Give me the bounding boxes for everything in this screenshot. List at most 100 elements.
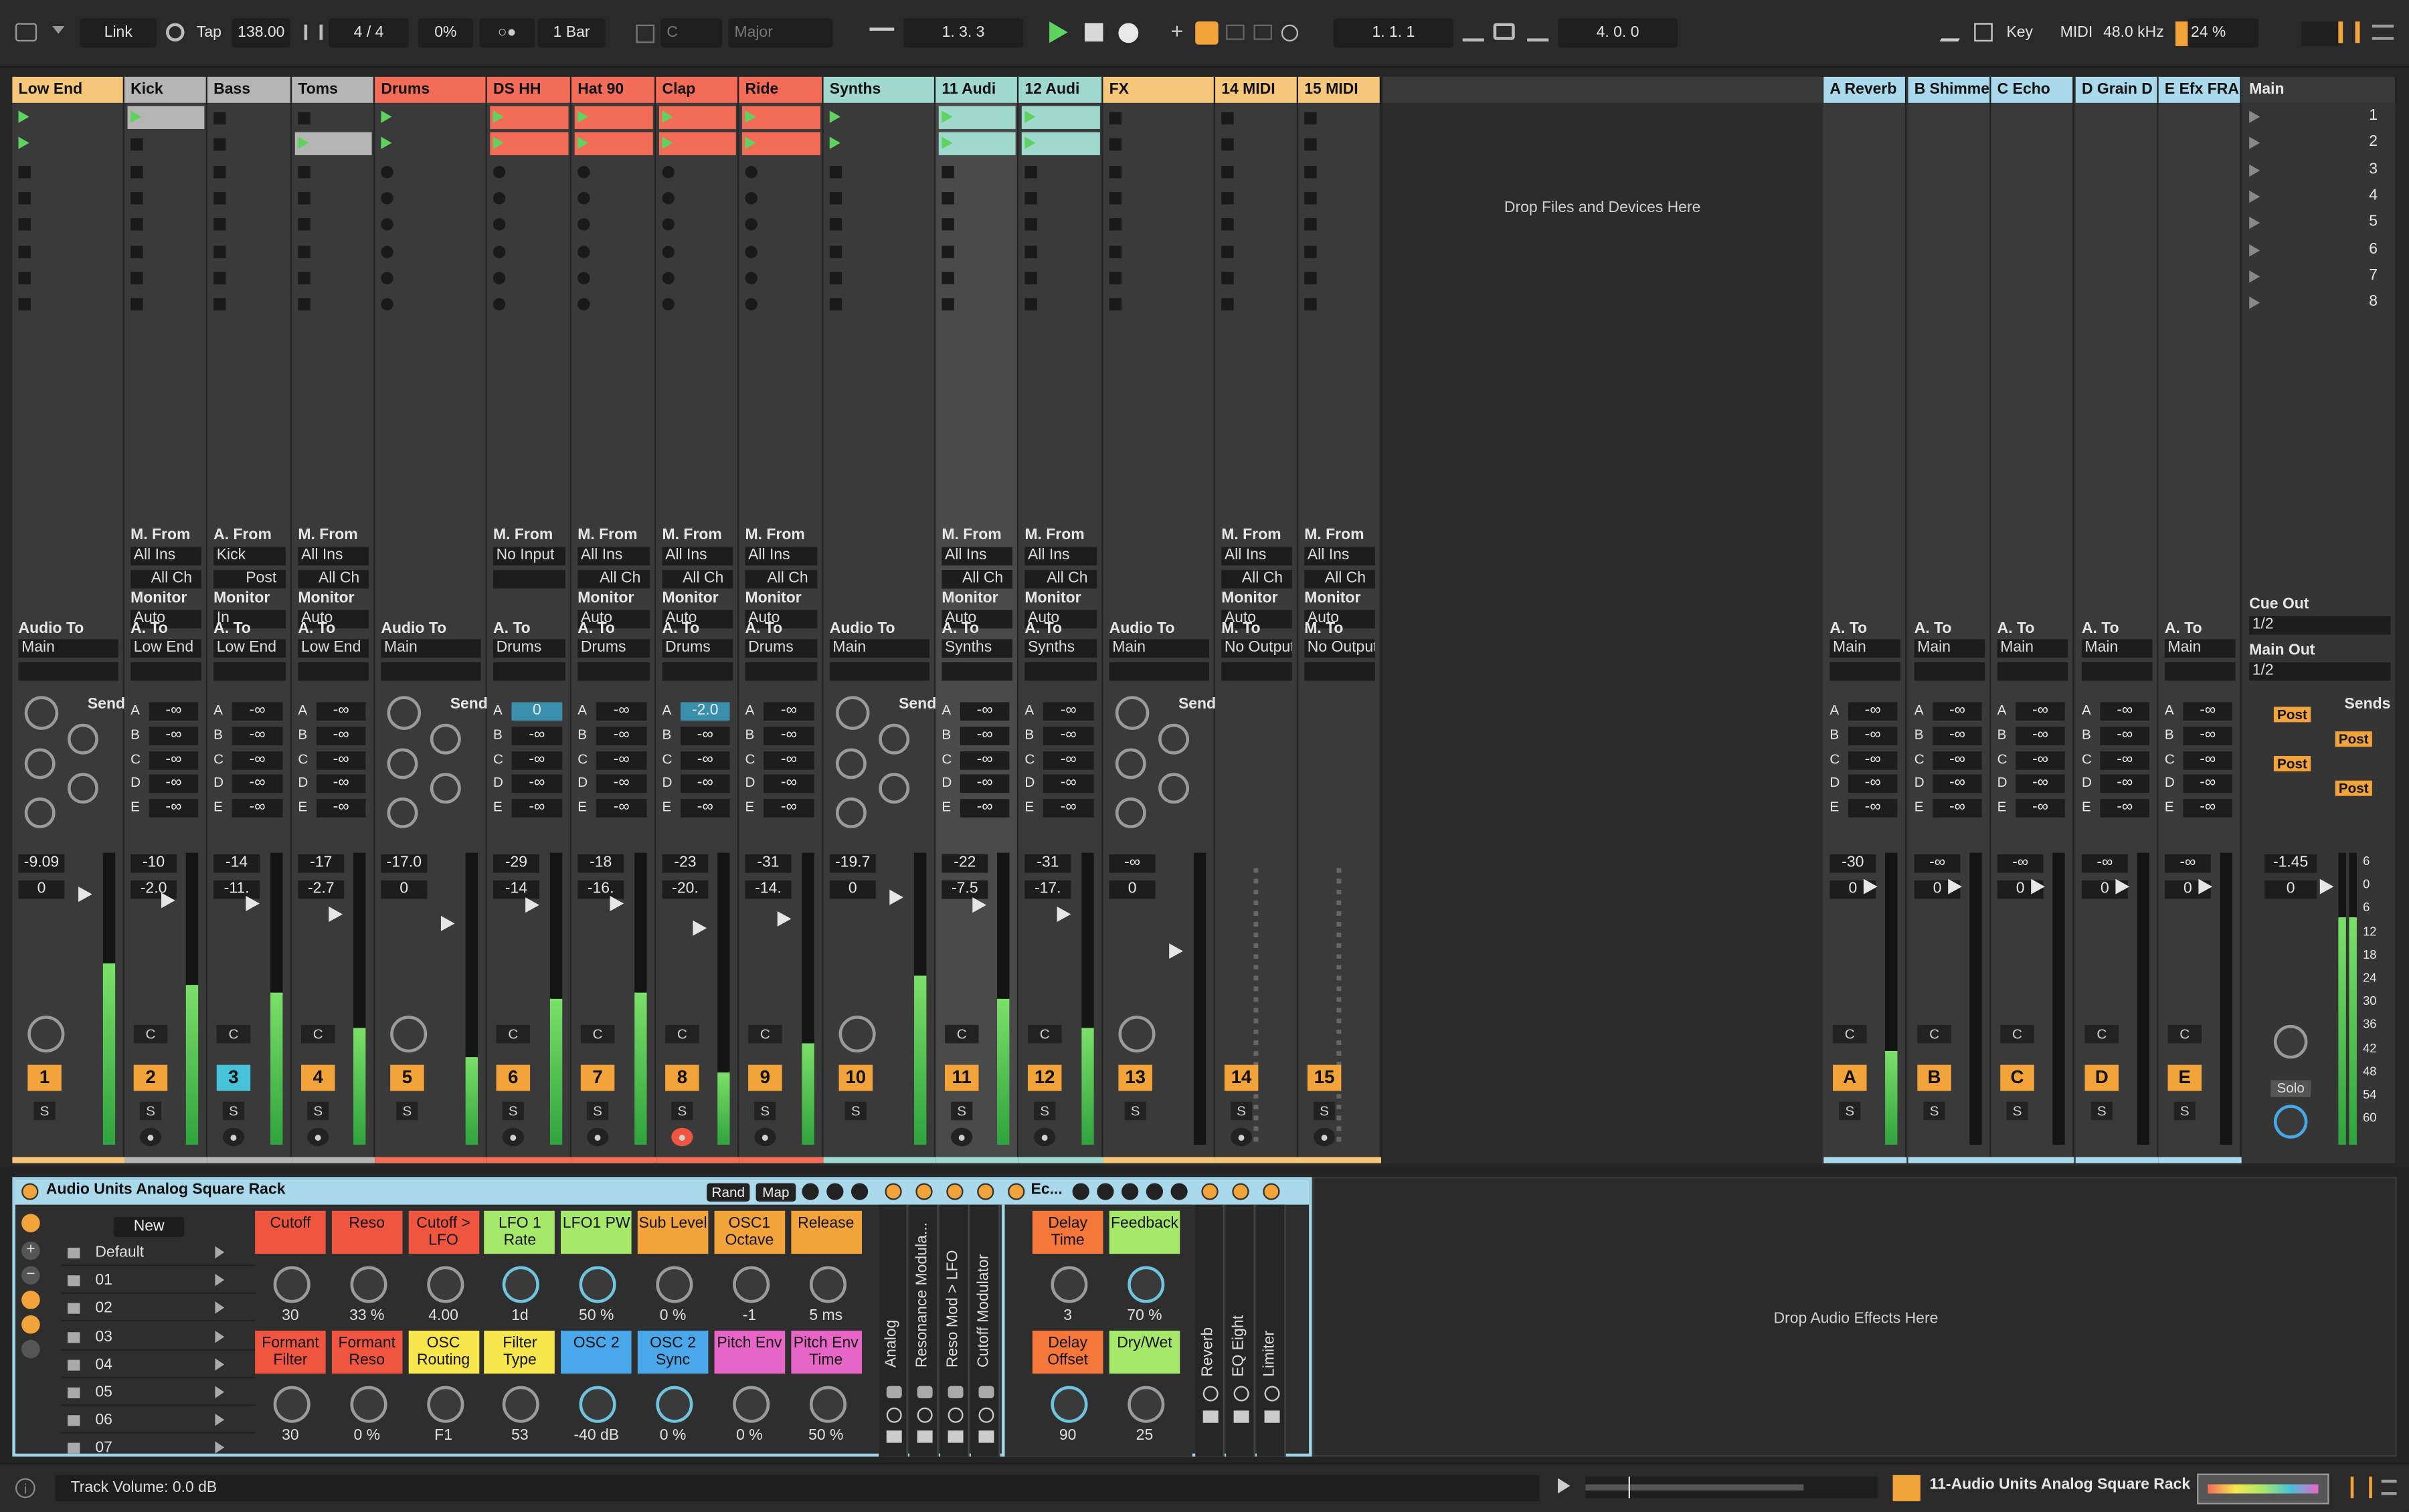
scale-menu[interactable]: Major: [728, 18, 833, 48]
send-amount-a[interactable]: -∞: [2016, 702, 2065, 721]
volume-field[interactable]: -17: [298, 854, 345, 873]
clip-stop-icon[interactable]: [1221, 272, 1234, 284]
loop-length-field[interactable]: 4. 0. 0: [1558, 18, 1678, 48]
send-knob-d[interactable]: [430, 773, 461, 804]
track-activator[interactable]: 6: [496, 1064, 531, 1091]
pan-field[interactable]: 0: [381, 880, 428, 899]
send-amount-d[interactable]: -∞: [2100, 775, 2149, 793]
cue-volume-knob[interactable]: [2273, 1024, 2308, 1059]
volume-field[interactable]: -∞: [1914, 854, 1961, 873]
send-amount-d[interactable]: -∞: [960, 775, 1010, 793]
output-select[interactable]: Main: [1997, 639, 2068, 658]
send-knob-a[interactable]: [1115, 696, 1150, 730]
input-source-select[interactable]: All Ins: [1024, 547, 1097, 566]
clip-stop-icon[interactable]: [381, 298, 393, 311]
volume-field[interactable]: -31: [1024, 854, 1071, 873]
clip-stop-icon[interactable]: [1304, 298, 1317, 311]
track-activator[interactable]: 1: [27, 1064, 62, 1091]
output-select[interactable]: No Output: [1221, 639, 1292, 658]
main-volume-field[interactable]: -1.45: [2264, 854, 2317, 873]
track-header-1[interactable]: Low End: [12, 76, 124, 103]
clip-stop-icon[interactable]: [1304, 191, 1317, 205]
preset-row[interactable]: 06: [61, 1408, 256, 1434]
output-channel-select[interactable]: [2164, 662, 2236, 681]
output-channel-select[interactable]: [1024, 662, 1097, 681]
groove-amount-field[interactable]: 0%: [418, 18, 474, 48]
clip-stop-icon[interactable]: [1024, 245, 1037, 258]
pan-knob[interactable]: [390, 1016, 428, 1053]
macro-label-16[interactable]: Pitch Env Time: [790, 1330, 862, 1374]
map-button[interactable]: Map: [755, 1183, 796, 1202]
solo-button[interactable]: S: [139, 1101, 162, 1121]
preset-row[interactable]: 03: [61, 1324, 256, 1350]
output-select[interactable]: Main: [18, 639, 118, 658]
clip-slot[interactable]: [826, 106, 933, 129]
input-channel-select[interactable]: All Ch: [662, 570, 733, 589]
send-knob-e[interactable]: [1115, 797, 1146, 828]
send-amount-c[interactable]: -∞: [232, 751, 283, 769]
crossfade-button[interactable]: C: [1833, 1024, 1867, 1044]
chevron-right-icon[interactable]: [215, 1246, 225, 1258]
clip-play-icon[interactable]: [1024, 137, 1036, 150]
input-channel-select[interactable]: All Ch: [1024, 570, 1097, 589]
send-amount-a[interactable]: -∞: [764, 702, 814, 721]
clip-stop-icon[interactable]: [213, 138, 226, 151]
track-activator[interactable]: 7: [580, 1064, 615, 1091]
macro-label-5[interactable]: LFO1 PW: [561, 1210, 632, 1254]
macro-knob-11[interactable]: [426, 1386, 464, 1423]
solo-button[interactable]: S: [2173, 1101, 2196, 1121]
clip-stop-icon[interactable]: [381, 191, 393, 205]
send-amount-d[interactable]: -∞: [511, 775, 563, 793]
clip-stop-icon[interactable]: [942, 245, 954, 258]
clip-stop-icon[interactable]: [18, 165, 31, 178]
output-channel-select[interactable]: [942, 662, 1012, 681]
output-select[interactable]: Drums: [577, 639, 650, 658]
clip-play-icon[interactable]: [577, 110, 589, 123]
volume-field[interactable]: -23: [662, 854, 709, 873]
chevron-right-icon[interactable]: [215, 1330, 225, 1343]
clip-stop-icon[interactable]: [1304, 218, 1317, 231]
chain-save-icon[interactable]: [886, 1430, 902, 1443]
clip-play-icon[interactable]: [381, 110, 392, 123]
output-channel-select[interactable]: [18, 662, 118, 681]
capture-icon[interactable]: [1253, 24, 1273, 40]
send-amount-b[interactable]: -∞: [1848, 726, 1898, 745]
output-channel-select[interactable]: [1830, 662, 1901, 681]
input-channel-select[interactable]: All Ch: [577, 570, 650, 589]
clip-stop-icon[interactable]: [1109, 218, 1122, 231]
send-amount-b[interactable]: -∞: [681, 726, 730, 745]
scene-launch-icon[interactable]: [2249, 190, 2260, 203]
clip-stop-icon[interactable]: [1221, 245, 1234, 258]
clip-stop-icon[interactable]: [298, 112, 310, 125]
volume-fader-handle[interactable]: [440, 915, 455, 931]
track-header-9[interactable]: Ride: [739, 76, 824, 103]
chevron-right-icon[interactable]: [215, 1357, 225, 1371]
echo-macro-label-4[interactable]: Dry/Wet: [1109, 1330, 1180, 1374]
preview-volume-knob[interactable]: [2273, 1105, 2308, 1139]
send-amount-d[interactable]: -∞: [316, 775, 366, 793]
show-macros-icon[interactable]: [21, 1214, 40, 1232]
output-channel-select[interactable]: [493, 662, 565, 681]
output-channel-select[interactable]: [1109, 662, 1209, 681]
send-knob-b[interactable]: [879, 723, 910, 755]
return-activator[interactable]: A: [1833, 1064, 1867, 1091]
track-activator[interactable]: 11: [944, 1064, 979, 1091]
clip-play-icon[interactable]: [829, 110, 840, 123]
clip-stop-icon[interactable]: [298, 272, 310, 284]
map-icon[interactable]: [1097, 1183, 1114, 1200]
output-channel-select[interactable]: [577, 662, 650, 681]
chain-save-icon[interactable]: [948, 1430, 964, 1443]
output-select[interactable]: Low End: [130, 639, 201, 658]
chevron-right-icon[interactable]: [215, 1274, 225, 1287]
clip-stop-icon[interactable]: [298, 165, 310, 178]
volume-fader-handle[interactable]: [1057, 907, 1071, 923]
clip-stop-icon[interactable]: [381, 165, 393, 178]
send-amount-e[interactable]: -∞: [596, 799, 647, 818]
send-amount-a[interactable]: -∞: [2100, 702, 2149, 721]
send-amount-b[interactable]: -∞: [1933, 726, 1982, 745]
rand-button[interactable]: Rand: [707, 1183, 750, 1202]
output-select[interactable]: Drums: [745, 639, 818, 658]
clip-stop-icon[interactable]: [1024, 191, 1037, 205]
macro-knob-12[interactable]: [503, 1386, 540, 1423]
input-channel-select[interactable]: All Ch: [298, 570, 369, 589]
